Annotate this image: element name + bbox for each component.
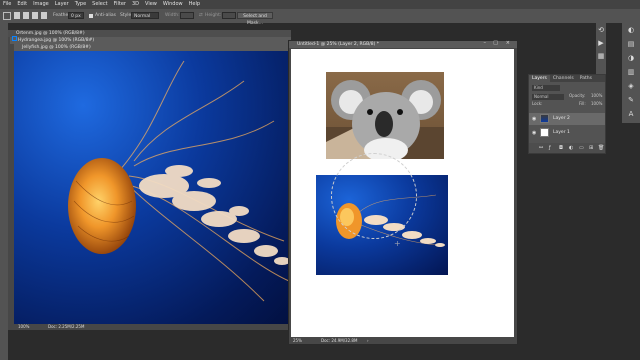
menu-view[interactable]: View <box>142 0 160 9</box>
menu-select[interactable]: Select <box>89 0 110 9</box>
layers-footer: ⚯ ƒ ◘ ◐ ▭ ⊞ 🗑 <box>529 143 605 153</box>
height-label: Height: <box>205 13 222 18</box>
history-icon[interactable]: ⟲ <box>596 25 606 35</box>
right-doc-size: Doc: 24.9M/32.8M <box>321 338 358 343</box>
play-icon[interactable]: ▶ <box>596 38 606 48</box>
select-and-mask-button[interactable]: Select and Mask... <box>237 12 273 26</box>
tab-ortenm[interactable]: Ortenm.jpg @ 100% (RGB/8#) <box>8 30 291 37</box>
crosshair-cursor-icon: + <box>394 239 401 248</box>
visibility-eye-icon[interactable]: ◉ <box>532 127 536 139</box>
opacity-value[interactable]: 100% <box>591 93 602 98</box>
tab-jellyfish[interactable]: Jellyfish.jpg @ 100% (RGB/8#) <box>14 44 291 51</box>
color-icon[interactable]: ◐ <box>626 25 636 35</box>
group-folder-icon[interactable]: ▭ <box>579 143 584 153</box>
maximize-icon[interactable]: □ <box>493 40 498 46</box>
link-layers-icon[interactable]: ⚯ <box>539 143 543 153</box>
elliptical-selection[interactable] <box>331 153 417 239</box>
width-input[interactable] <box>180 12 194 19</box>
grid-icon[interactable]: ▦ <box>596 51 606 61</box>
antialias-checkbox[interactable] <box>89 14 93 18</box>
right-zoom-level[interactable]: 25% <box>293 338 302 344</box>
swatches-icon[interactable]: ▤ <box>626 39 636 49</box>
add-selection-icon[interactable] <box>23 12 29 19</box>
close-icon[interactable]: × <box>506 40 510 46</box>
brush-icon[interactable]: ✎ <box>626 95 636 105</box>
tab-hydrangea[interactable]: Hydrangea.jpg @ 100% (RGB/8#) <box>10 37 291 44</box>
tab-icon <box>12 36 17 41</box>
layer-row-2[interactable]: ◉ Layer 2 <box>529 113 605 125</box>
styles-icon[interactable]: ◈ <box>626 81 636 91</box>
koala-image <box>326 72 444 159</box>
menu-edit[interactable]: Edit <box>14 0 30 9</box>
blend-mode-select[interactable]: Normal <box>532 94 564 100</box>
layers-panel: Layers Channels Paths Kind Normal Opacit… <box>528 74 606 154</box>
tools-panel <box>0 23 8 360</box>
minimize-icon[interactable]: – <box>484 40 487 46</box>
layers-panel-tabs: Layers Channels Paths <box>529 75 605 82</box>
marquee-tool-icon[interactable] <box>3 12 11 20</box>
antialias-label: Anti-alias <box>95 13 116 18</box>
status-arrow-icon[interactable]: › <box>367 338 369 344</box>
left-doc-size: Doc: 2.25M/2.25M <box>48 324 85 329</box>
tab-paths[interactable]: Paths <box>577 75 595 82</box>
style-select[interactable]: Normal <box>131 12 159 19</box>
document-window-untitled: Untitled-1 @ 25% (Layer 2, RGB/8) * – □ … <box>288 40 518 345</box>
layer-row-1[interactable]: ◉ Layer 1 <box>529 127 605 139</box>
character-icon[interactable]: A <box>626 109 636 119</box>
blend-mode-value: Normal <box>534 94 549 99</box>
adjustments-icon[interactable]: ◑ <box>626 53 636 63</box>
layer-name[interactable]: Layer 2 <box>553 113 570 125</box>
intersect-selection-icon[interactable] <box>41 12 47 19</box>
layer-filter-select[interactable]: Kind <box>532 85 560 91</box>
menu-layer[interactable]: Layer <box>52 0 72 9</box>
tab-channels[interactable]: Channels <box>550 75 577 82</box>
mask-icon[interactable]: ◘ <box>559 143 563 153</box>
left-zoom-level[interactable]: 100% <box>18 324 29 330</box>
fill-label: Fill: <box>579 101 586 106</box>
menu-3d[interactable]: 3D <box>129 0 142 9</box>
trash-icon[interactable]: 🗑 <box>598 143 604 153</box>
adjustment-layer-icon[interactable]: ◐ <box>569 143 573 153</box>
menu-type[interactable]: Type <box>72 0 89 9</box>
left-status-bar: 100% Doc: 2.25M/2.25M <box>14 324 291 330</box>
fx-icon[interactable]: ƒ <box>549 143 551 153</box>
menu-window[interactable]: Window <box>160 0 186 9</box>
white-canvas[interactable]: + <box>291 49 514 337</box>
menu-image[interactable]: Image <box>30 0 52 9</box>
layer-thumbnail <box>540 114 549 123</box>
menu-bar: File Edit Image Layer Type Select Filter… <box>0 0 640 9</box>
height-input[interactable] <box>222 12 236 19</box>
koala-illustration <box>326 80 444 159</box>
feather-input[interactable]: 0 px <box>68 12 84 19</box>
menu-filter[interactable]: Filter <box>111 0 129 9</box>
new-layer-icon[interactable]: ⊞ <box>589 143 593 153</box>
visibility-eye-icon[interactable]: ◉ <box>532 113 536 125</box>
document-window-jellyfish: Ortenm.jpg @ 100% (RGB/8#) Hydrangea.jpg… <box>8 30 291 330</box>
fill-value[interactable]: 100% <box>591 101 602 106</box>
right-status-bar: 25% Doc: 24.9M/32.8M › <box>289 338 517 344</box>
kind-label: Kind <box>534 85 543 90</box>
menu-file[interactable]: File <box>0 0 14 9</box>
width-label: Width: <box>165 13 180 18</box>
menu-help[interactable]: Help <box>186 0 203 9</box>
jellyfish-illustration <box>68 60 290 302</box>
opacity-label: Opacity: <box>569 93 586 98</box>
options-bar: Feather: 0 px Anti-alias Style: Normal W… <box>0 9 640 26</box>
layer-thumbnail <box>540 128 549 137</box>
layer-name[interactable]: Layer 1 <box>553 127 570 139</box>
swap-icon[interactable]: ⇄ <box>199 9 203 23</box>
new-selection-icon[interactable] <box>14 12 20 19</box>
panel-dock-right: ◐ ▤ ◑ ▥ ◈ ✎ A <box>622 23 640 123</box>
subtract-selection-icon[interactable] <box>32 12 38 19</box>
jellyfish-image <box>14 51 291 324</box>
tab-layers[interactable]: Layers <box>529 75 550 82</box>
libraries-icon[interactable]: ▥ <box>626 67 636 77</box>
lock-label: Lock: <box>532 101 543 106</box>
